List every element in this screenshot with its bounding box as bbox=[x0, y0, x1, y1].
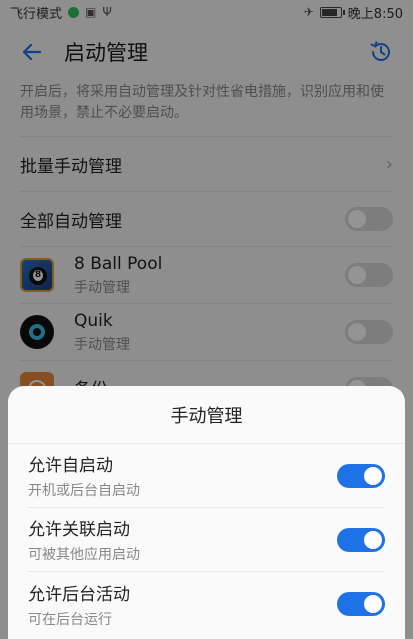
allow-self-start-row[interactable]: 允许自启动 开机或后台自启动 bbox=[28, 444, 385, 508]
option-label: 允许关联启动 bbox=[28, 520, 130, 540]
sheet-title: 手动管理 bbox=[8, 386, 405, 444]
option-label: 允许自启动 bbox=[28, 456, 113, 476]
option-label: 允许后台活动 bbox=[28, 584, 130, 605]
allow-self-start-toggle[interactable] bbox=[337, 463, 385, 488]
option-description: 可在后台运行 bbox=[28, 611, 112, 628]
option-description: 可被其他应用启动 bbox=[28, 547, 140, 563]
allow-associated-start-toggle[interactable] bbox=[337, 527, 385, 552]
allow-associated-start-row[interactable]: 允许关联启动 可被其他应用启动 bbox=[28, 508, 385, 572]
allow-background-row[interactable]: 允许后台活动 可在后台运行 bbox=[28, 572, 385, 636]
manual-management-sheet: 手动管理 允许自启动 开机或后台自启动 允许关联启动 可被其他应用启动 允许后台… bbox=[8, 386, 405, 639]
allow-background-toggle[interactable] bbox=[337, 592, 385, 616]
option-description: 开机或后台自启动 bbox=[28, 483, 140, 499]
